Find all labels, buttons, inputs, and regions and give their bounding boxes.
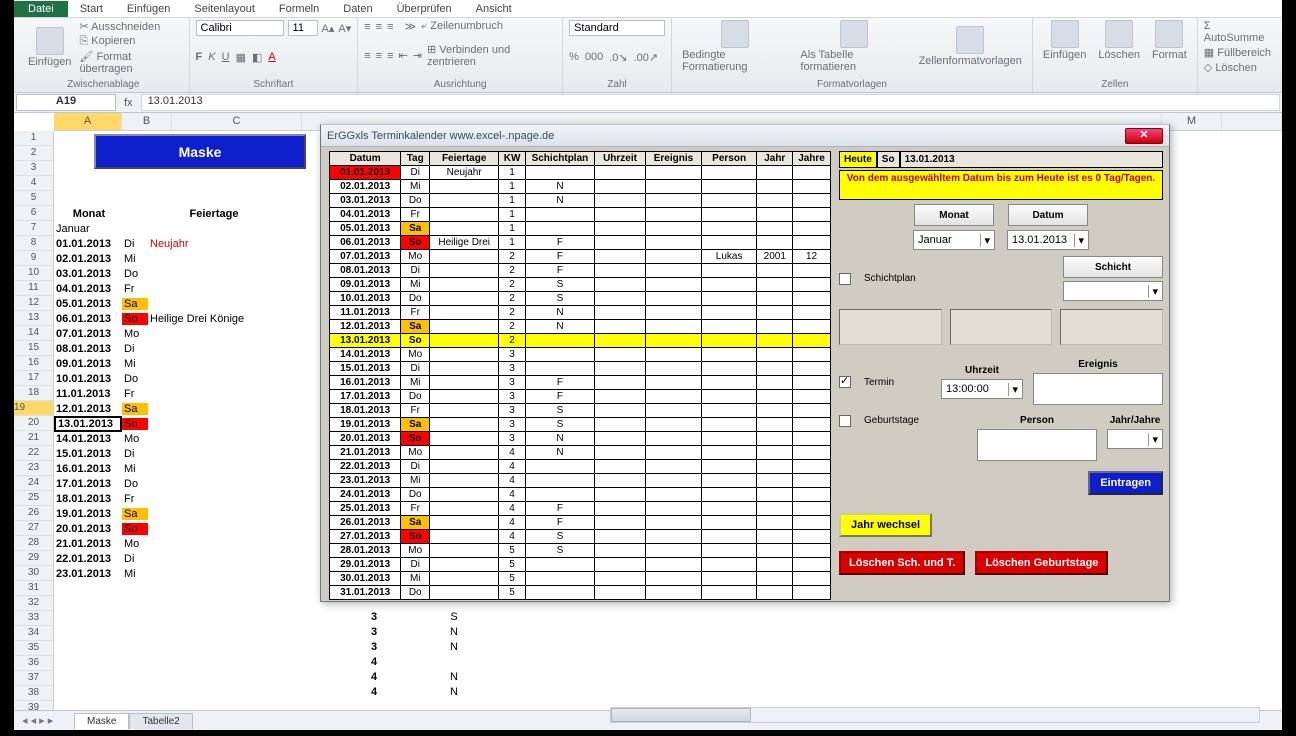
schichtplan-label: Schichtplan xyxy=(864,273,916,284)
bold-button[interactable]: F xyxy=(196,51,203,63)
underline-button[interactable]: U xyxy=(222,51,230,63)
tab-tabelle2[interactable]: Tabelle2 xyxy=(129,713,192,729)
paste-button[interactable]: Einfügen xyxy=(24,27,75,68)
group-styles-label: Formatvorlagen xyxy=(678,78,1026,90)
align-top-icon[interactable]: ≡ xyxy=(364,21,370,33)
panel-1 xyxy=(839,309,942,345)
format-painter-button[interactable]: 🖌 Format übertragen xyxy=(79,50,182,75)
formula-bar: A19 fx 13.01.2013 xyxy=(14,93,1282,113)
border-button[interactable]: ▦ xyxy=(236,51,246,64)
termin-label: Termin xyxy=(864,377,894,388)
panel-2 xyxy=(950,309,1053,345)
geburtstage-label: Geburtstage xyxy=(864,415,919,426)
datum-button[interactable]: Datum xyxy=(1008,204,1088,226)
schicht-select[interactable]: ▾ xyxy=(1063,281,1163,301)
menu-start[interactable]: Start xyxy=(68,1,115,17)
heute-date: 13.01.2013 xyxy=(900,151,1163,168)
tab-maske[interactable]: Maske xyxy=(74,713,129,729)
schichtplan-checkbox[interactable] xyxy=(839,273,851,285)
jahrwechsel-button[interactable]: Jahr wechsel xyxy=(839,513,932,537)
datum-select[interactable]: 13.01.2013▾ xyxy=(1007,230,1089,250)
monat-select[interactable]: Januar▾ xyxy=(913,230,995,250)
col-header-a[interactable]: A xyxy=(54,113,122,130)
menu-formeln[interactable]: Formeln xyxy=(267,1,331,17)
group-align-label: Ausrichtung xyxy=(364,78,556,90)
wrap-text-button[interactable]: ⤶ Zeilenumbruch xyxy=(421,20,503,33)
menu-file[interactable]: Datei xyxy=(14,1,68,17)
format-cells-button[interactable]: Format xyxy=(1148,20,1191,61)
fill-button[interactable]: ▦ Füllbereich xyxy=(1204,46,1272,59)
group-font-label: Schriftart xyxy=(196,78,352,90)
shrink-font-icon[interactable]: A▾ xyxy=(338,22,351,35)
close-button[interactable]: ✕ xyxy=(1125,128,1163,144)
number-format-select[interactable] xyxy=(569,20,665,36)
table-format-button[interactable]: Als Tabelle formatieren xyxy=(796,20,910,73)
font-color-button[interactable]: A xyxy=(268,51,275,63)
fill-color-button[interactable]: ◧ xyxy=(252,51,262,64)
col-header-m[interactable]: M xyxy=(1162,113,1222,130)
geburtstage-checkbox[interactable] xyxy=(839,415,851,427)
menu-daten[interactable]: Daten xyxy=(331,1,384,17)
uhrzeit-select[interactable]: 13:00:00▾ xyxy=(941,379,1023,399)
days-msg: Von dem ausgewähltem Datum bis zum Heute… xyxy=(839,170,1163,200)
menubar: Datei Start Einfügen Seitenlayout Formel… xyxy=(14,0,1282,18)
horizontal-scrollbar[interactable] xyxy=(610,707,1260,723)
header-monat: Monat xyxy=(54,208,122,220)
menu-seitenlayout[interactable]: Seitenlayout xyxy=(182,1,267,17)
col-header-c[interactable]: C xyxy=(172,113,302,130)
dialog-title: ErGGxls Terminkalender www.excel-.npage.… xyxy=(327,130,1125,142)
eintragen-button[interactable]: Eintragen xyxy=(1088,471,1163,495)
group-cells-label: Zellen xyxy=(1039,78,1191,90)
heute-weekday: So xyxy=(877,151,900,168)
clear-button[interactable]: ◇ Löschen xyxy=(1204,61,1272,74)
jahrjahre-label: Jahr/Jahre xyxy=(1110,415,1161,426)
fx-icon[interactable]: fx xyxy=(120,97,137,109)
group-clipboard-label: Zwischenablage xyxy=(24,78,183,90)
calendar-table: DatumTagFeiertageKWSchichtplanUhrzeitEre… xyxy=(329,151,831,600)
loeschen-geb-button[interactable]: Löschen Geburtstage xyxy=(975,551,1108,575)
autosum-button[interactable]: Σ AutoSumme xyxy=(1204,20,1272,44)
font-size-select[interactable] xyxy=(288,20,318,36)
uhrzeit-label: Uhrzeit xyxy=(965,365,999,376)
month-label: Januar xyxy=(54,223,122,235)
panel-3 xyxy=(1060,309,1163,345)
maske-button[interactable]: Maske xyxy=(94,134,306,169)
menu-ueberpruefen[interactable]: Überprüfen xyxy=(385,1,464,17)
terminkalender-dialog: ErGGxls Terminkalender www.excel-.npage.… xyxy=(320,124,1170,602)
name-box[interactable]: A19 xyxy=(16,94,116,111)
ereignis-input[interactable] xyxy=(1033,373,1163,405)
schicht-button[interactable]: Schicht xyxy=(1063,256,1163,278)
heute-label: Heute xyxy=(839,151,877,168)
italic-button[interactable]: K xyxy=(208,51,215,63)
copy-button[interactable]: ⎘ Kopieren xyxy=(79,35,182,48)
insert-cells-button[interactable]: Einfügen xyxy=(1039,20,1090,61)
jahr-select[interactable]: ▾ xyxy=(1107,429,1163,449)
font-name-select[interactable] xyxy=(196,20,284,36)
cut-button[interactable]: ✂ Ausschneiden xyxy=(79,20,182,33)
sheet-tabs: ◂ ◂ ▸ ▸ Maske Tabelle2 xyxy=(14,710,1282,730)
cell-styles-button[interactable]: Zellenformatvorlagen xyxy=(915,26,1026,67)
header-feiertage: Feiertage xyxy=(148,208,278,220)
cond-format-button[interactable]: Bedingte Formatierung xyxy=(678,20,792,73)
person-label: Person xyxy=(1020,415,1054,426)
loeschen-sch-button[interactable]: Löschen Sch. und T. xyxy=(839,551,965,575)
group-number-label: Zahl xyxy=(569,78,665,90)
menu-ansicht[interactable]: Ansicht xyxy=(464,1,524,17)
monat-button[interactable]: Monat xyxy=(914,204,994,226)
termin-checkbox[interactable] xyxy=(839,376,851,388)
ribbon: Einfügen ✂ Ausschneiden ⎘ Kopieren 🖌 For… xyxy=(14,18,1282,93)
grow-font-icon[interactable]: A▴ xyxy=(322,22,335,35)
ereignis-label: Ereignis xyxy=(1078,359,1117,370)
formula-input[interactable]: 13.01.2013 xyxy=(141,94,1280,111)
menu-einfuegen[interactable]: Einfügen xyxy=(115,1,182,17)
merge-button[interactable]: ⊞ Verbinden und zentrieren xyxy=(427,43,556,68)
col-header-b[interactable]: B xyxy=(122,113,172,130)
person-input[interactable] xyxy=(977,429,1097,461)
delete-cells-button[interactable]: Löschen xyxy=(1094,20,1144,61)
